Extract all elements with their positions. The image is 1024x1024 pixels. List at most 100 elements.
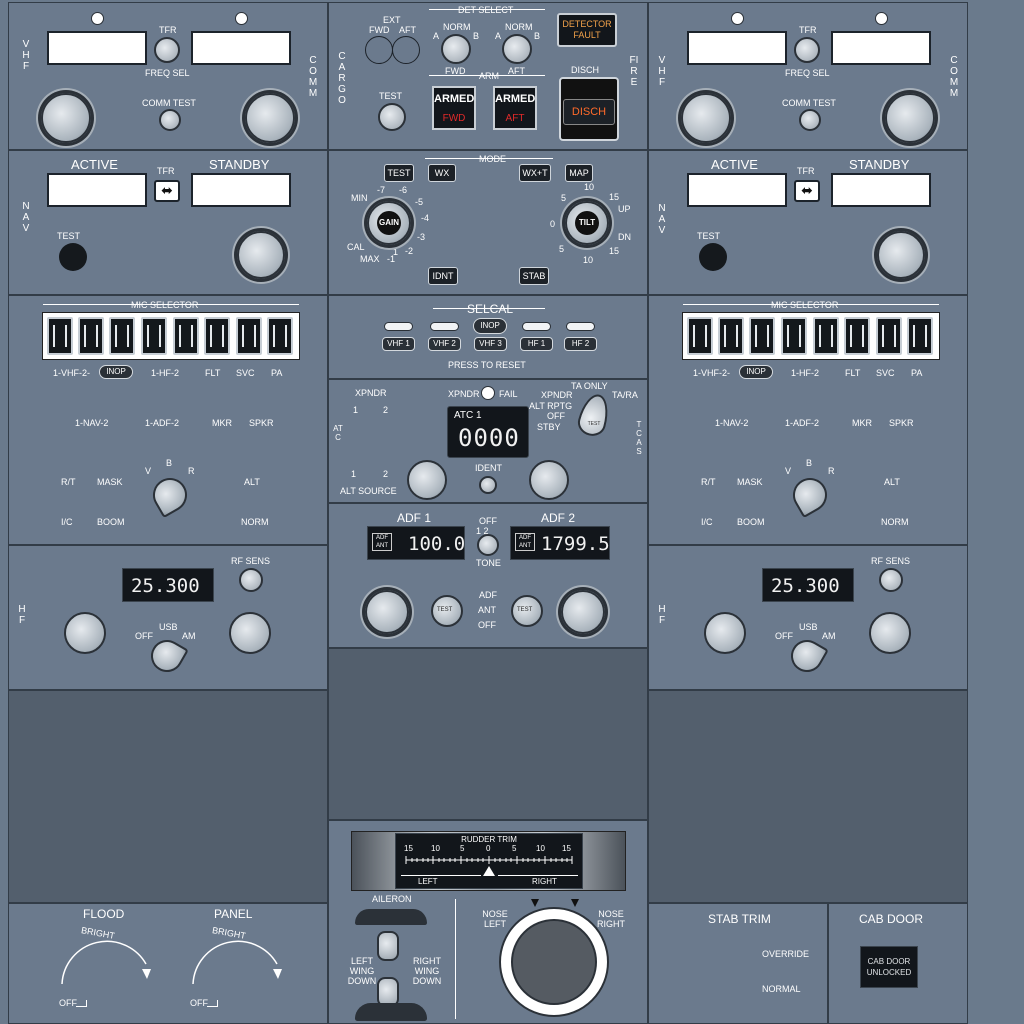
filter-r-label: R — [188, 466, 195, 476]
mic-switch-5[interactable] — [173, 317, 199, 355]
mask-label: MASK — [97, 477, 123, 487]
mic-switch-3[interactable] — [109, 317, 135, 355]
press-to-reset-label: PRESS TO RESET — [448, 360, 526, 370]
cab-door-panel: CAB DOOR CAB DOOR UNLOCKED — [828, 903, 968, 1024]
mic-switch-4[interactable] — [141, 317, 167, 355]
nav-test-button[interactable] — [699, 243, 727, 271]
mic-label-pa: PA — [271, 368, 283, 378]
hf-freq-knob-left[interactable] — [64, 612, 106, 654]
mic-switch-8[interactable] — [907, 317, 933, 355]
tcas-mode-selector[interactable] — [575, 391, 613, 439]
stab-button[interactable]: STAB — [519, 267, 549, 285]
nav-transfer-button[interactable]: ⬌ — [794, 180, 820, 202]
fire-label: FIRE — [629, 55, 639, 88]
selcal-hf1-button[interactable]: HF 1 — [520, 337, 553, 351]
idnt-button[interactable]: IDNT — [428, 267, 458, 285]
nav-test-button[interactable] — [59, 243, 87, 271]
vhf-freq-selector-outer-right[interactable] — [885, 93, 935, 143]
selcal-vhf1-button[interactable]: VHF 1 — [382, 337, 415, 351]
alt-rptg-label: ALT RPTG — [529, 401, 573, 411]
vhf-freq-selector-outer-left[interactable] — [41, 93, 91, 143]
transfer-switch[interactable] — [794, 37, 820, 63]
fire-test-button[interactable] — [378, 103, 406, 131]
atc-code-display: ATC 1 0000 — [447, 406, 529, 458]
vhf-freq-selector-outer-right[interactable] — [245, 93, 295, 143]
selcal-vhf2-button[interactable]: VHF 2 — [428, 337, 461, 351]
adf2-display: ADF ANT 1799.5 — [510, 526, 610, 560]
gain-tick-m2: -2 — [405, 246, 414, 256]
transfer-switch[interactable] — [154, 37, 180, 63]
hf-freq-knob-left[interactable] — [704, 612, 746, 654]
mic-switch-1[interactable] — [47, 317, 73, 355]
filter-v-label: V — [145, 466, 152, 476]
mic-switch-7[interactable] — [876, 317, 902, 355]
gain-max-label: MAX — [360, 254, 380, 264]
xpndr-label: XPNDR — [355, 388, 387, 398]
rudder-scale-15r: 15 — [562, 844, 571, 853]
selcal-vhf3-button[interactable]: VHF 3 — [474, 337, 507, 351]
alt-source-2: 2 — [383, 469, 389, 479]
nav-standby-window — [831, 173, 931, 207]
adf-tone-switch[interactable] — [477, 534, 499, 556]
mic-switch-7[interactable] — [236, 317, 262, 355]
atc-code-knob-right[interactable] — [529, 460, 569, 500]
rf-sens-knob[interactable] — [239, 568, 263, 592]
stab-trim-guarded-switch[interactable] — [689, 944, 749, 1004]
map-button[interactable]: MAP — [565, 164, 593, 182]
mic-selector-label: MIC SELECTOR — [771, 300, 839, 310]
nav-freq-selector[interactable] — [237, 231, 285, 279]
adf1-freq-knob[interactable] — [365, 590, 409, 634]
panel-screw-icon — [235, 12, 248, 25]
vhf-freq-selector-outer-left[interactable] — [681, 93, 731, 143]
rudder-right-divider — [498, 875, 578, 876]
mask-label: MASK — [737, 477, 763, 487]
rudder-trim-knob[interactable] — [511, 919, 597, 1005]
det-select-fwd-knob[interactable] — [441, 34, 471, 64]
mic-switch-8[interactable] — [267, 317, 293, 355]
hf-freq-knob-right[interactable] — [869, 612, 911, 654]
rudder-scale-10l: 10 — [431, 844, 440, 853]
atc-code-knob-left[interactable] — [407, 460, 447, 500]
adf2-freq-knob[interactable] — [561, 590, 605, 634]
filter-selector-knob[interactable] — [786, 471, 834, 519]
det-select-label: DET SELECT — [458, 5, 514, 15]
comm-label: COMM — [308, 55, 318, 99]
ident-button[interactable] — [479, 476, 497, 494]
comm-test-button[interactable] — [159, 109, 181, 131]
armed-aft-button[interactable]: ARMED AFT — [493, 86, 537, 130]
mic-selector-bar — [43, 304, 299, 305]
det-select-aft-knob[interactable] — [502, 34, 532, 64]
mic-switch-5[interactable] — [813, 317, 839, 355]
comm-label: COMM — [949, 55, 959, 99]
filter-selector-knob[interactable] — [146, 471, 194, 519]
nav-transfer-button[interactable]: ⬌ — [154, 180, 180, 202]
gain-min-label: MIN — [351, 193, 368, 203]
panel-dimmer-knob[interactable] — [200, 944, 280, 994]
mic-switch-2[interactable] — [718, 317, 744, 355]
wxt-button[interactable]: WX+T — [519, 164, 551, 182]
mic-switch-1[interactable] — [687, 317, 713, 355]
active-frequency-window — [687, 31, 787, 65]
aileron-trim-switch-upper[interactable] — [377, 931, 399, 961]
armed-fwd-button[interactable]: ARMED FWD — [432, 86, 476, 130]
rf-sens-knob[interactable] — [879, 568, 903, 592]
flood-dimmer-knob[interactable] — [69, 944, 149, 994]
mic-switch-6[interactable] — [204, 317, 230, 355]
mic-switch-3[interactable] — [749, 317, 775, 355]
comm-test-button[interactable] — [799, 109, 821, 131]
wx-test-button[interactable]: TEST — [384, 164, 414, 182]
hf-freq-knob-right[interactable] — [229, 612, 271, 654]
mic-switch-2[interactable] — [78, 317, 104, 355]
selcal-hf2-button[interactable]: HF 2 — [564, 337, 597, 351]
stab-trim-panel: STAB TRIM OVERRIDE NORMAL — [648, 903, 828, 1024]
mic-switch-6[interactable] — [844, 317, 870, 355]
wx-button[interactable]: WX — [428, 164, 456, 182]
mic-switch-4[interactable] — [781, 317, 807, 355]
nav-freq-selector[interactable] — [877, 231, 925, 279]
disch-button[interactable]: DISCH — [563, 99, 615, 125]
mic-label-hf: 1-HF-2 — [151, 368, 180, 378]
xpndr-sel-1: 1 — [353, 405, 359, 415]
tilt-tick-5-dn: 5 — [559, 244, 565, 254]
mic-label-flt: FLT — [845, 368, 861, 378]
rudder-scale-15l: 15 — [404, 844, 413, 853]
